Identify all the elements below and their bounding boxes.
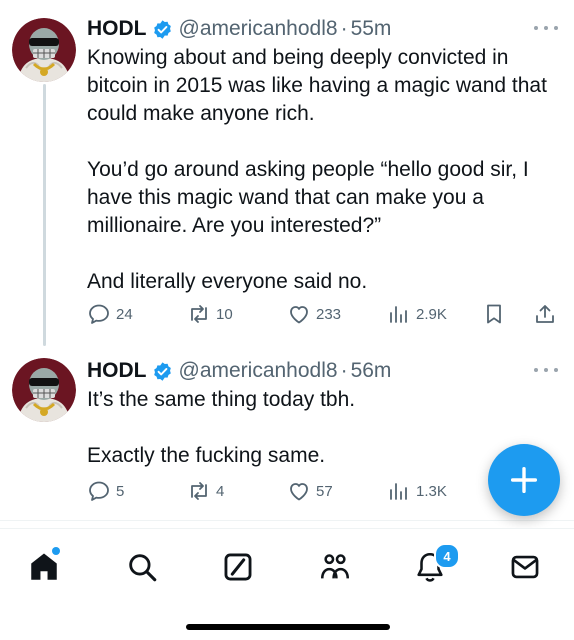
tweet-timestamp[interactable]: 56m	[351, 356, 392, 386]
like-button[interactable]: 233	[287, 299, 341, 329]
like-count: 57	[316, 482, 333, 500]
views-button[interactable]: 1.3K	[387, 476, 447, 506]
divider	[0, 520, 574, 521]
share-icon	[533, 302, 557, 326]
app-screen: HODL @americanhodl8 · 55m Knowing about …	[0, 0, 574, 640]
bookmark-icon	[482, 302, 506, 326]
tweet-actions: 24 10 233 2.9K	[87, 299, 557, 329]
home-unread-dot	[52, 547, 60, 555]
author-name[interactable]: HODL	[87, 14, 147, 44]
notification-count-badge: 4	[434, 543, 460, 569]
search-icon	[125, 550, 159, 584]
tweet-actions: 5 4 57 1.3K	[87, 476, 557, 506]
heart-icon	[287, 479, 311, 503]
tweet-text: It’s the same thing today tbh. Exactly t…	[87, 388, 356, 467]
view-count: 1.3K	[416, 482, 447, 500]
people-icon	[318, 550, 352, 584]
tweet-header: HODL @americanhodl8 · 56m	[87, 356, 558, 386]
home-indicator[interactable]	[186, 624, 390, 630]
home-icon	[27, 550, 61, 584]
repost-icon	[187, 479, 211, 503]
like-button[interactable]: 57	[287, 476, 333, 506]
share-button[interactable]	[533, 299, 557, 329]
repost-icon	[187, 302, 211, 326]
tweet-text: Knowing about and being deeply convicted…	[87, 46, 547, 293]
like-count: 233	[316, 305, 342, 323]
reply-button[interactable]: 5	[87, 476, 124, 506]
verified-badge-icon	[152, 361, 173, 382]
more-options-icon[interactable]	[534, 20, 558, 36]
reply-icon	[87, 479, 111, 503]
bookmark-button[interactable]	[482, 299, 506, 329]
separator-dot: ·	[340, 17, 348, 40]
avatar[interactable]	[12, 358, 76, 422]
views-button[interactable]: 2.9K	[387, 299, 447, 329]
repost-button[interactable]: 10	[187, 299, 233, 329]
repost-count: 4	[216, 482, 225, 500]
reply-icon	[87, 302, 111, 326]
view-count: 2.9K	[416, 305, 447, 323]
author-handle[interactable]: @americanhodl8	[179, 14, 338, 44]
plus-icon	[507, 463, 541, 497]
nav-grok[interactable]	[218, 547, 258, 587]
nav-communities[interactable]	[315, 547, 355, 587]
more-options-icon[interactable]	[534, 362, 558, 378]
avatar[interactable]	[12, 18, 76, 82]
nav-home[interactable]	[24, 547, 64, 587]
nav-search[interactable]	[122, 547, 162, 587]
grok-icon	[221, 550, 255, 584]
views-chart-icon	[387, 479, 411, 503]
repost-button[interactable]: 4	[187, 476, 224, 506]
author-handle[interactable]: @americanhodl8	[179, 356, 338, 386]
separator-dot: ·	[340, 359, 348, 382]
reply-count: 24	[116, 305, 133, 323]
reply-button[interactable]: 24	[87, 299, 133, 329]
tweet[interactable]: HODL @americanhodl8 · 55m Knowing about …	[0, 0, 574, 336]
repost-count: 10	[216, 305, 233, 323]
views-chart-icon	[387, 302, 411, 326]
nav-notifications[interactable]: 4	[410, 543, 460, 587]
tweet-content: HODL @americanhodl8 · 55m Knowing about …	[87, 14, 558, 296]
verified-badge-icon	[152, 19, 173, 40]
tweet-content: HODL @americanhodl8 · 56m It’s the same …	[87, 356, 558, 470]
tweet[interactable]: HODL @americanhodl8 · 56m It’s the same …	[0, 348, 574, 518]
compose-post-button[interactable]	[488, 444, 560, 516]
heart-icon	[287, 302, 311, 326]
reply-count: 5	[116, 482, 125, 500]
author-name[interactable]: HODL	[87, 356, 147, 386]
bottom-navigation-bar: 4	[0, 528, 574, 640]
tweet-header: HODL @americanhodl8 · 55m	[87, 14, 558, 44]
mail-icon	[508, 550, 542, 584]
nav-messages[interactable]	[505, 547, 545, 587]
tweet-timestamp[interactable]: 55m	[351, 14, 392, 44]
